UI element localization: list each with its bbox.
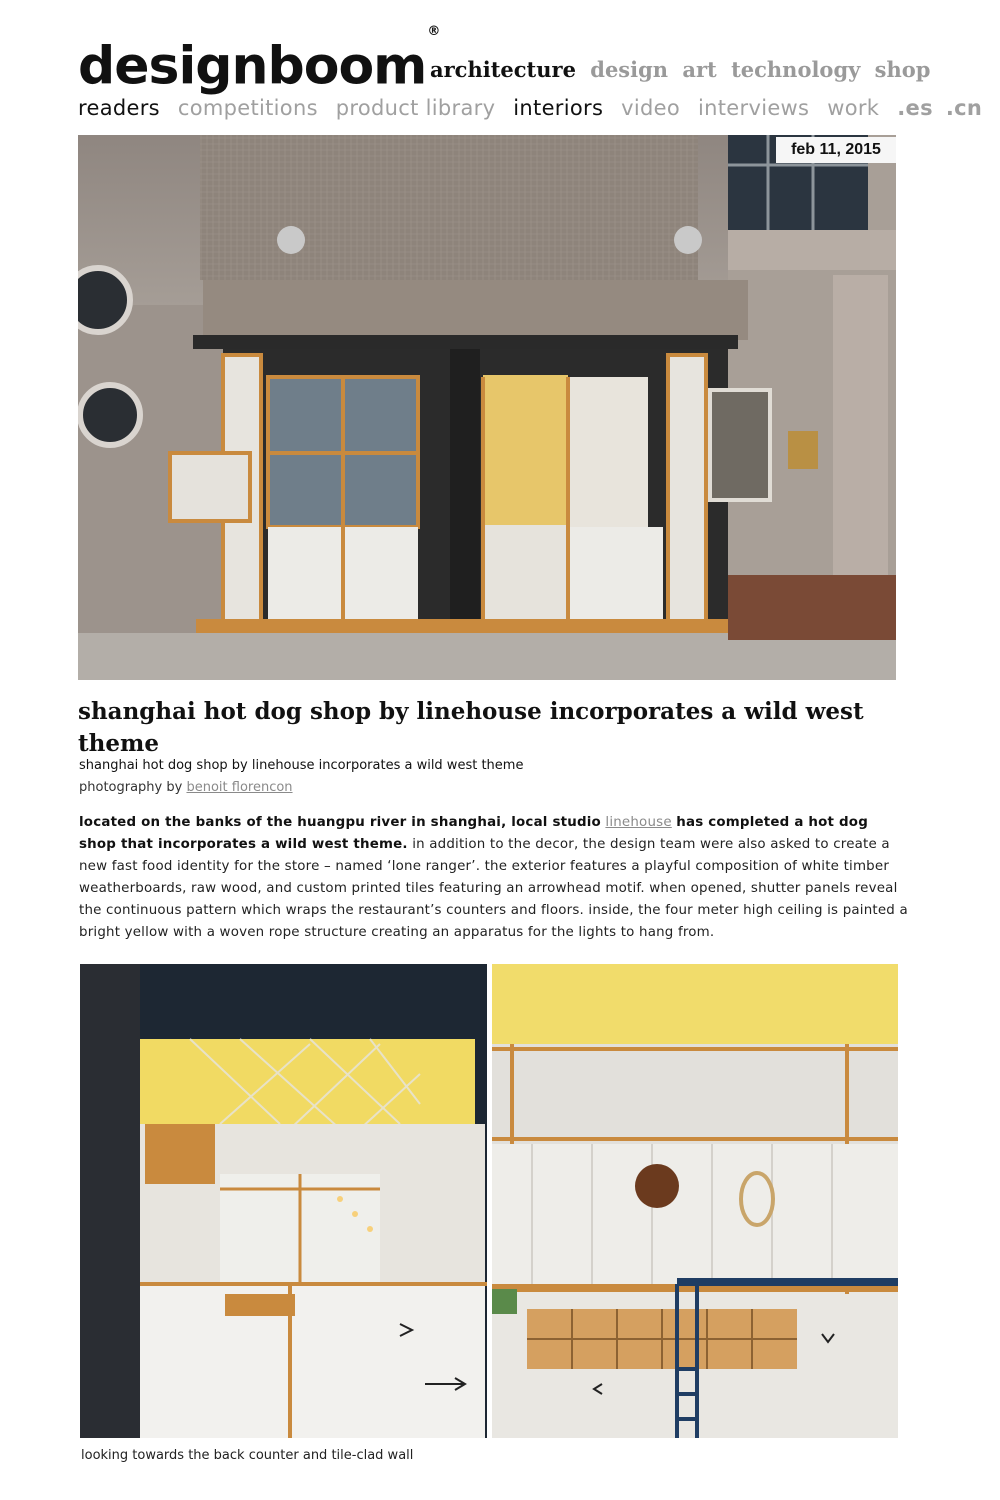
site-logo[interactable]: designboom® bbox=[78, 24, 440, 97]
nav-lang-cn[interactable]: .cn bbox=[946, 96, 982, 120]
hero-image-storefront bbox=[78, 135, 896, 680]
nav-competitions[interactable]: competitions bbox=[178, 96, 318, 120]
body-intro: located on the banks of the huangpu rive… bbox=[79, 815, 601, 830]
nav-architecture[interactable]: architecture bbox=[430, 57, 576, 82]
nav-interviews[interactable]: interviews bbox=[698, 96, 809, 120]
photo-caption: looking towards the back counter and til… bbox=[81, 1448, 414, 1463]
credit-prefix: photography by bbox=[79, 780, 183, 795]
secondary-nav: readers competitions product library int… bbox=[78, 94, 988, 122]
nav-technology[interactable]: technology bbox=[731, 57, 860, 82]
photo-credit: photography by benoit florencon bbox=[79, 778, 293, 798]
registered-mark: ® bbox=[427, 24, 440, 39]
interior-photo-tile-wall bbox=[492, 964, 898, 1438]
nav-readers[interactable]: readers bbox=[78, 96, 160, 120]
date-badge: feb 11, 2015 bbox=[776, 137, 896, 163]
nav-art[interactable]: art bbox=[682, 57, 716, 82]
interior-photo-back-counter bbox=[80, 964, 487, 1438]
logo-text: designboom bbox=[78, 36, 427, 97]
nav-shop[interactable]: shop bbox=[875, 57, 931, 82]
article-body: located on the banks of the huangpu rive… bbox=[79, 812, 909, 944]
nav-lang-es[interactable]: .es bbox=[897, 96, 933, 120]
body-text: in addition to the decor, the design tea… bbox=[79, 837, 908, 940]
linehouse-link[interactable]: linehouse bbox=[605, 815, 671, 830]
nav-work[interactable]: work bbox=[827, 96, 879, 120]
article-headline: shanghai hot dog shop by linehouse incor… bbox=[78, 698, 864, 757]
article-subtitle: shanghai hot dog shop by linehouse incor… bbox=[79, 758, 524, 773]
nav-product-library[interactable]: product library bbox=[336, 96, 496, 120]
nav-video[interactable]: video bbox=[621, 96, 680, 120]
primary-nav: architecture design art technology shop bbox=[430, 56, 937, 84]
nav-interiors[interactable]: interiors bbox=[513, 96, 603, 120]
nav-design[interactable]: design bbox=[590, 57, 668, 82]
photographer-link[interactable]: benoit florencon bbox=[186, 780, 292, 795]
